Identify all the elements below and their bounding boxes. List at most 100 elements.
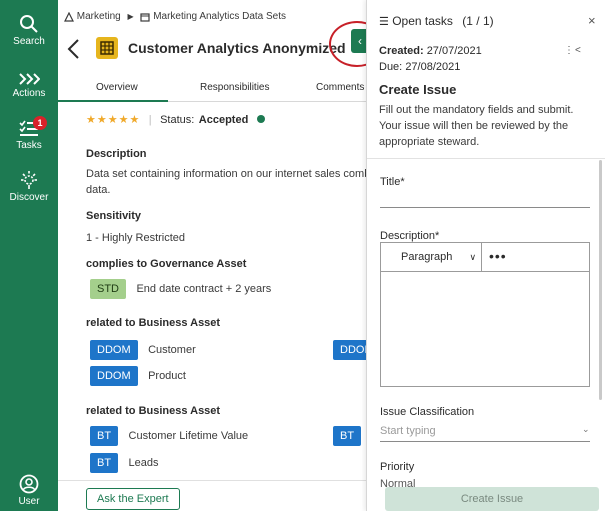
business-asset-ddom-2[interactable]: DDOM <box>333 340 366 360</box>
more-options-icon[interactable]: ⋮ <box>564 45 574 56</box>
task-title: Create Issue <box>379 82 457 97</box>
description-editor[interactable]: Paragraph ∨ ••• <box>380 242 590 387</box>
description-heading: Description <box>86 148 147 160</box>
chevron-down-icon: ∨ <box>469 252 477 262</box>
created-value: 27/07/2021 <box>426 45 482 57</box>
rating-stars[interactable]: ★★★★★ <box>86 114 140 126</box>
due-label: Due: <box>379 61 403 73</box>
active-tab-indicator <box>58 100 168 102</box>
bt-tag: BT <box>333 426 362 446</box>
governance-heading: complies to Governance Asset <box>86 258 247 270</box>
tab-responsibilities[interactable]: Responsibilities <box>200 82 269 93</box>
business-term-clv[interactable]: BT Customer Lifetime Value <box>90 426 248 446</box>
business-asset-customer-label: Customer <box>148 344 196 356</box>
status-value: Accepted <box>198 114 249 126</box>
task-list-icon: ☰ <box>379 16 389 28</box>
title-input[interactable] <box>380 207 590 208</box>
nav-actions-label: Actions <box>12 88 46 99</box>
business-asset-product[interactable]: DDOM Product <box>90 366 186 386</box>
tasks-count-badge: 1 <box>33 116 47 130</box>
paragraph-select[interactable]: Paragraph ∨ <box>401 251 476 263</box>
governance-value: End date contract + 2 years <box>136 283 272 295</box>
nav-search[interactable]: Search <box>0 14 58 47</box>
panel-header-title: Open tasks <box>392 14 453 28</box>
bt-tag: BT <box>90 426 119 446</box>
lightbulb-icon <box>21 171 37 189</box>
breadcrumb-separator-icon: ▶ <box>127 12 134 21</box>
tab-overview[interactable]: Overview <box>96 82 138 93</box>
priority-label: Priority <box>380 461 415 473</box>
chevrons-right-icon <box>19 73 40 85</box>
status-check-icon <box>256 114 265 123</box>
ddom-tag: DDOM <box>90 340 138 360</box>
title-field-label: Title* <box>380 176 405 188</box>
asset-page: Marketing ▶ Marketing Analytics Data Set… <box>58 0 366 511</box>
left-nav: Search Actions 1 Tasks Discover User <box>0 0 58 511</box>
tab-comments[interactable]: Comments (( <box>316 82 366 93</box>
classification-label: Issue Classification <box>380 406 475 418</box>
business-term-bt-2[interactable]: BT <box>333 426 362 446</box>
tab-bar: Overview Responsibilities Comments (( <box>58 76 366 102</box>
editor-toolbar: Paragraph ∨ ••• <box>381 243 589 272</box>
description-line-2: data. <box>86 184 111 196</box>
bottom-bar: Ask the Expert <box>58 480 366 511</box>
open-tasks-panel: ☰ Open tasks (1 / 1) × Created: 27/07/20… <box>366 0 605 511</box>
breadcrumb-root[interactable]: Marketing <box>77 11 121 22</box>
nav-user[interactable]: User <box>0 474 58 507</box>
std-tag: STD <box>90 279 126 299</box>
nav-discover-label: Discover <box>9 192 49 203</box>
classification-input[interactable]: Start typing <box>380 425 436 437</box>
create-issue-button[interactable]: Create Issue <box>385 487 599 511</box>
breadcrumb: Marketing ▶ Marketing Analytics Data Set… <box>64 11 286 22</box>
toolbar-separator <box>481 243 482 272</box>
task-description: Fill out the mandatory fields and submit… <box>379 104 574 148</box>
page-title: Customer Analytics Anonymized <box>128 40 346 56</box>
created-label: Created: <box>379 45 424 57</box>
rating-status-row: ★★★★★ | Status: Accepted <box>86 110 265 128</box>
panel-scrollbar[interactable] <box>599 160 602 400</box>
more-formatting-button[interactable]: ••• <box>489 248 507 264</box>
sensitivity-heading: Sensitivity <box>86 210 142 222</box>
nav-tasks-label: Tasks <box>16 140 42 151</box>
business-asset-product-label: Product <box>148 370 186 382</box>
breadcrumb-child[interactable]: Marketing Analytics Data Sets <box>153 11 286 22</box>
title-row: Customer Analytics Anonymized <box>64 36 366 62</box>
panel-header-count: (1 / 1) <box>462 14 494 28</box>
bt-tag: BT <box>90 453 119 473</box>
data-set-icon <box>96 37 118 59</box>
divider <box>367 158 605 159</box>
created-row: Created: 27/07/2021 <box>379 45 482 57</box>
classification-dropdown-icon[interactable]: ⌄ <box>582 424 590 435</box>
panel-header: ☰ Open tasks (1 / 1) <box>379 14 494 28</box>
business-term-leads[interactable]: BT Leads <box>90 453 159 473</box>
status-label: Status: <box>160 114 195 126</box>
classification-underline <box>380 441 590 442</box>
business-asset-heading-1: related to Business Asset <box>86 317 221 329</box>
nav-discover[interactable]: Discover <box>0 170 58 203</box>
ddom-tag: DDOM <box>333 340 366 360</box>
description-line-1: Data set containing information on our i… <box>86 168 366 180</box>
share-icon[interactable]: < <box>575 45 581 56</box>
user-icon <box>19 474 39 494</box>
business-asset-heading-2: related to Business Asset <box>86 405 221 417</box>
sensitivity-value: 1 - Highly Restricted <box>86 232 186 244</box>
business-term-leads-label: Leads <box>128 457 159 469</box>
community-icon <box>64 11 74 22</box>
business-term-clv-label: Customer Lifetime Value <box>128 430 249 442</box>
close-icon[interactable]: × <box>588 13 596 28</box>
back-chevron-icon[interactable] <box>66 38 80 60</box>
nav-actions[interactable]: Actions <box>0 72 58 99</box>
paragraph-select-value: Paragraph <box>401 251 453 263</box>
business-asset-customer[interactable]: DDOM Customer <box>90 340 196 360</box>
ask-the-expert-button[interactable]: Ask the Expert <box>86 488 180 510</box>
due-value: 27/08/2021 <box>405 61 461 73</box>
nav-tasks[interactable]: 1 Tasks <box>0 116 58 151</box>
search-icon <box>20 15 38 33</box>
nav-search-label: Search <box>13 36 45 47</box>
domain-icon <box>140 12 151 22</box>
ddom-tag: DDOM <box>90 366 138 386</box>
description-field-label: Description* <box>380 230 440 242</box>
due-row: Due: 27/08/2021 <box>379 61 460 73</box>
governance-asset-row[interactable]: STD End date contract + 2 years <box>90 279 271 299</box>
nav-user-label: User <box>18 496 40 507</box>
